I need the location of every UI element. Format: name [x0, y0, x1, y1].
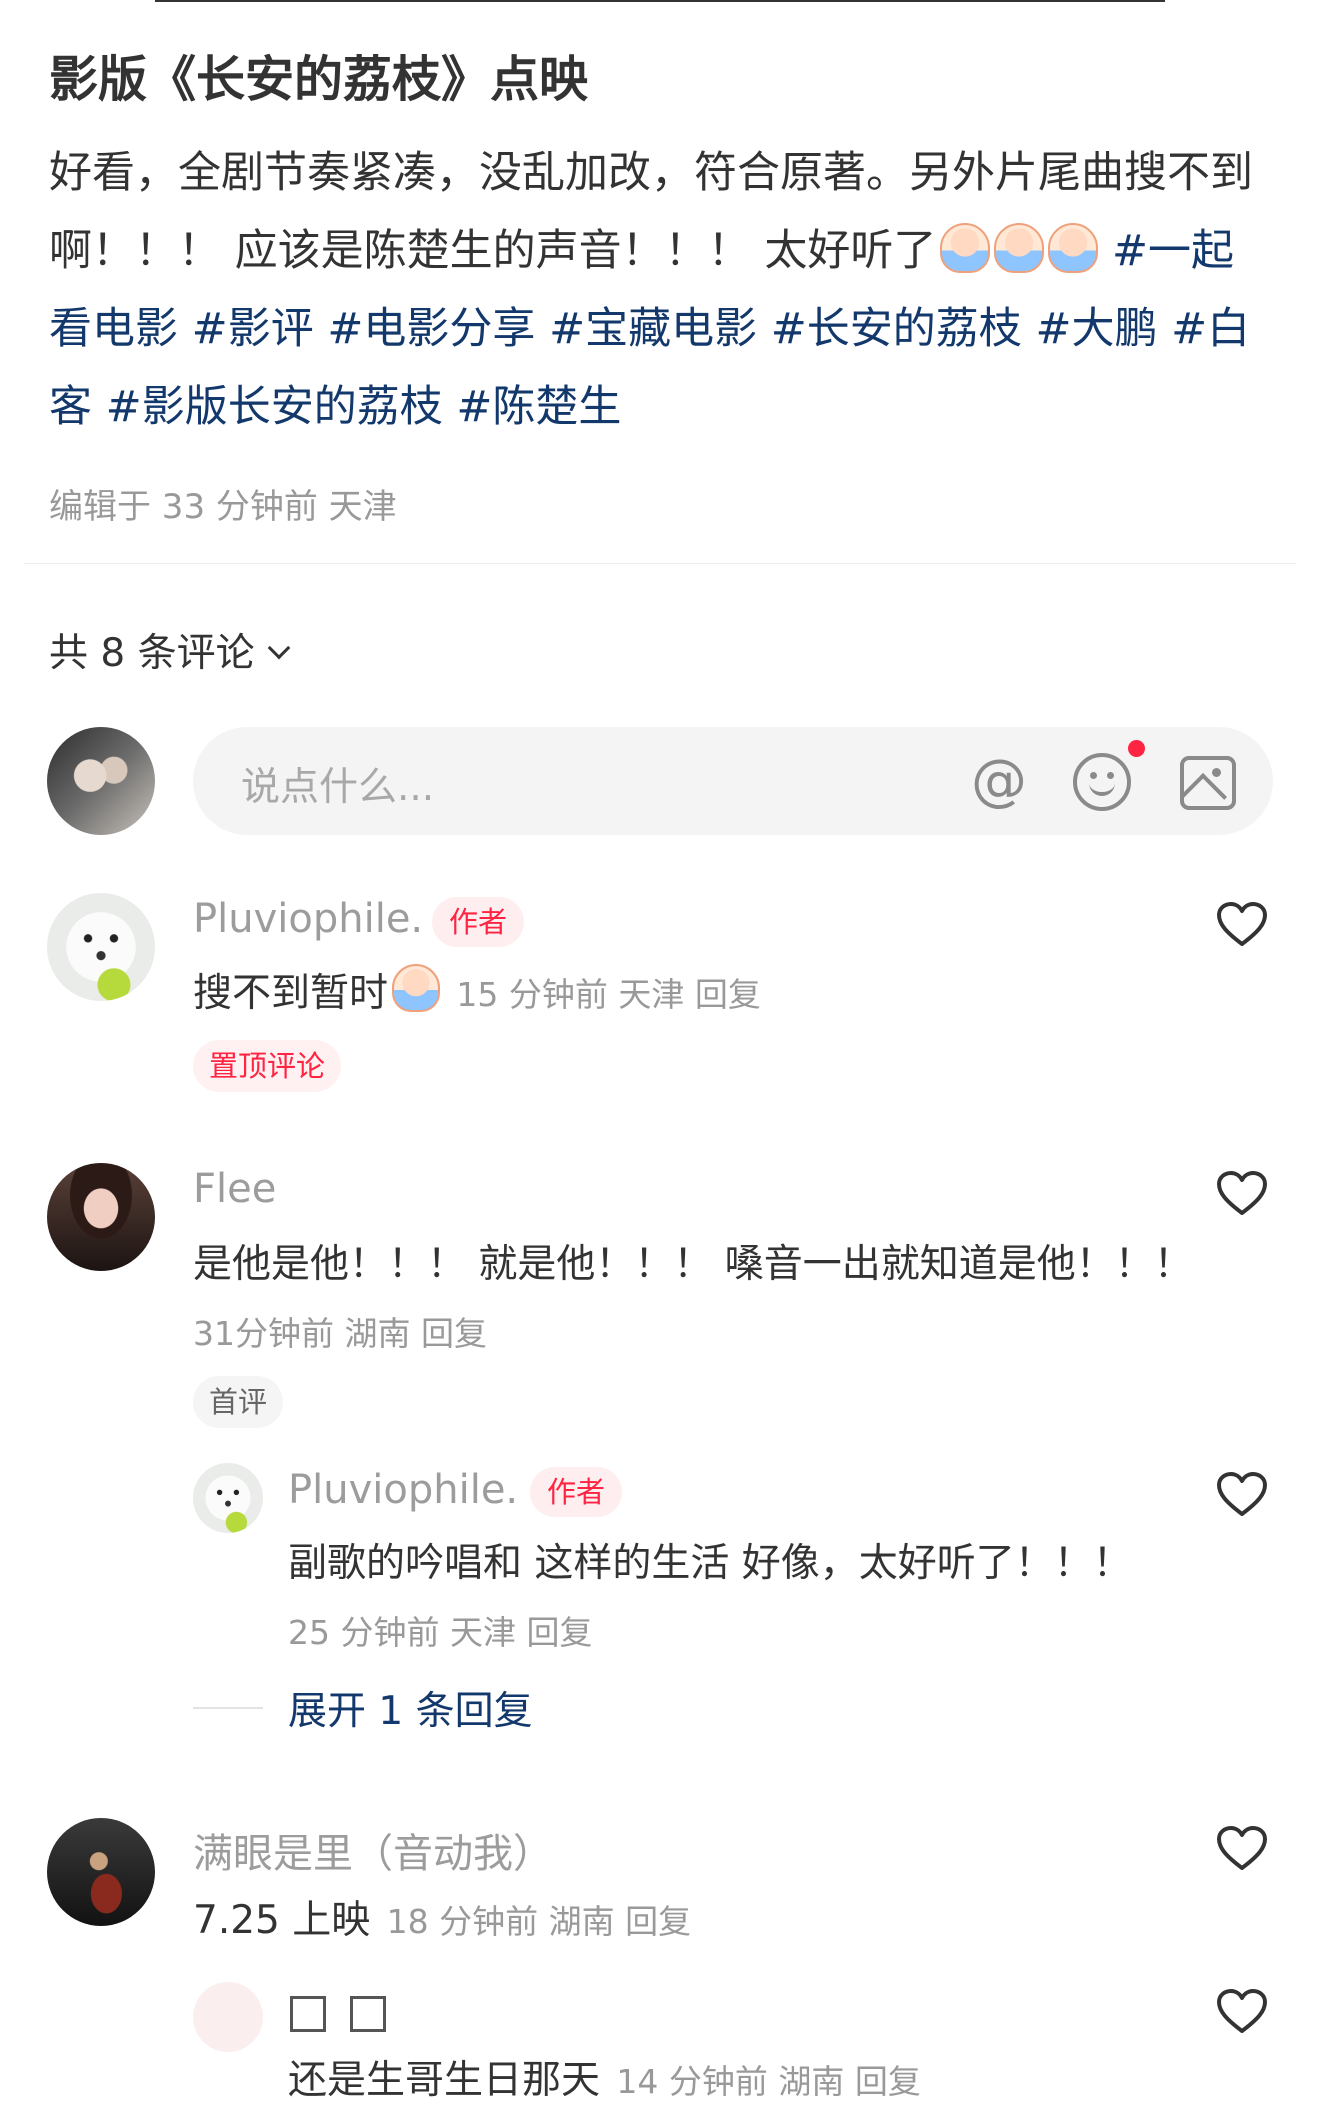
- comment-text: 搜不到暂时: [193, 971, 389, 1016]
- comment-author[interactable]: Flee: [193, 1166, 276, 1212]
- heart-icon[interactable]: [1216, 1988, 1268, 2034]
- heart-icon[interactable]: [1216, 1170, 1268, 1216]
- comment-text-row: 7.25 上映 18 分钟前 湖南 回复: [193, 1889, 691, 1945]
- author-badge: 作者: [432, 897, 525, 947]
- comment-text-row: 搜不到暂时 15 分钟前 天津 回复: [193, 962, 761, 1018]
- pinned-tag: 置顶评论: [193, 1040, 342, 1092]
- heart-icon[interactable]: [1216, 1825, 1268, 1871]
- crying-emoji-icon: [1048, 223, 1099, 273]
- reply-text: 副歌的吟唱和 这样的生活 好像，太好听了！！！: [288, 1541, 1132, 1586]
- heart-icon[interactable]: [1216, 901, 1268, 947]
- comment-input-placeholder: 说点什么...: [241, 765, 435, 810]
- author-badge: 作者: [530, 1467, 623, 1517]
- avatar[interactable]: [193, 1982, 263, 2052]
- post-edit-meta: 编辑于 33 分钟前 天津: [49, 487, 397, 527]
- comment-text: 7.25 上映: [193, 1898, 371, 1943]
- reply-text-row: 还是生哥生日那天 14 分钟前 湖南 回复: [288, 2049, 921, 2105]
- first-comment-tag: 首评: [193, 1376, 284, 1428]
- comment-author[interactable]: 满眼是里（音动我）: [193, 1821, 553, 1879]
- crying-emoji-icon: [994, 223, 1045, 273]
- reply-text: 还是生哥生日那天: [288, 2058, 601, 2103]
- avatar[interactable]: [47, 893, 155, 1001]
- comment-meta[interactable]: 18 分钟前 湖南 回复: [387, 1902, 691, 1941]
- reply-meta[interactable]: 14 分钟前 湖南 回复: [616, 2062, 920, 2101]
- reply-meta[interactable]: 25 分钟前 天津 回复: [288, 1606, 592, 1654]
- image-icon[interactable]: [1180, 756, 1236, 810]
- crying-emoji-icon: [392, 964, 441, 1012]
- section-divider: [24, 563, 1296, 564]
- my-avatar[interactable]: [47, 727, 155, 835]
- comment-count-sort[interactable]: 共 8 条评论: [49, 622, 290, 678]
- reply-author[interactable]: Pluviophile.: [288, 1467, 518, 1513]
- emoji-icon[interactable]: [1073, 753, 1131, 811]
- comment-meta[interactable]: 31分钟前 湖南 回复: [193, 1307, 487, 1355]
- at-icon[interactable]: @: [970, 752, 1028, 810]
- comment-text: 是他是他！！！ 就是他！！！ 嗓音一出就知道是他！！！: [193, 1242, 1193, 1287]
- post-body: 好看，全剧节奏紧凑，没乱加改，符合原著。另外片尾曲搜不到啊！！！ 应该是陈楚生的…: [49, 134, 1259, 446]
- post-title: 影版《长安的荔枝》点映: [49, 51, 589, 108]
- avatar[interactable]: [193, 1463, 263, 1533]
- comment-meta[interactable]: 15 分钟前 天津 回复: [456, 975, 760, 1014]
- comment-author[interactable]: Pluviophile.: [193, 896, 423, 942]
- comment-count-label: 共 8 条评论: [49, 631, 255, 676]
- crying-emoji-icon: [940, 223, 991, 273]
- avatar[interactable]: [47, 1818, 155, 1926]
- avatar[interactable]: [47, 1163, 155, 1271]
- notification-dot: [1128, 740, 1145, 757]
- top-divider: [155, 0, 1165, 2]
- expand-divider: [193, 1707, 263, 1709]
- chevron-down-icon: [267, 636, 290, 660]
- expand-replies-button[interactable]: 展开 1 条回复: [288, 1680, 533, 1736]
- heart-icon[interactable]: [1216, 1471, 1268, 1517]
- reply-author-placeholder-glyphs: [290, 1996, 410, 2032]
- comment-input[interactable]: 说点什么... @: [193, 727, 1273, 835]
